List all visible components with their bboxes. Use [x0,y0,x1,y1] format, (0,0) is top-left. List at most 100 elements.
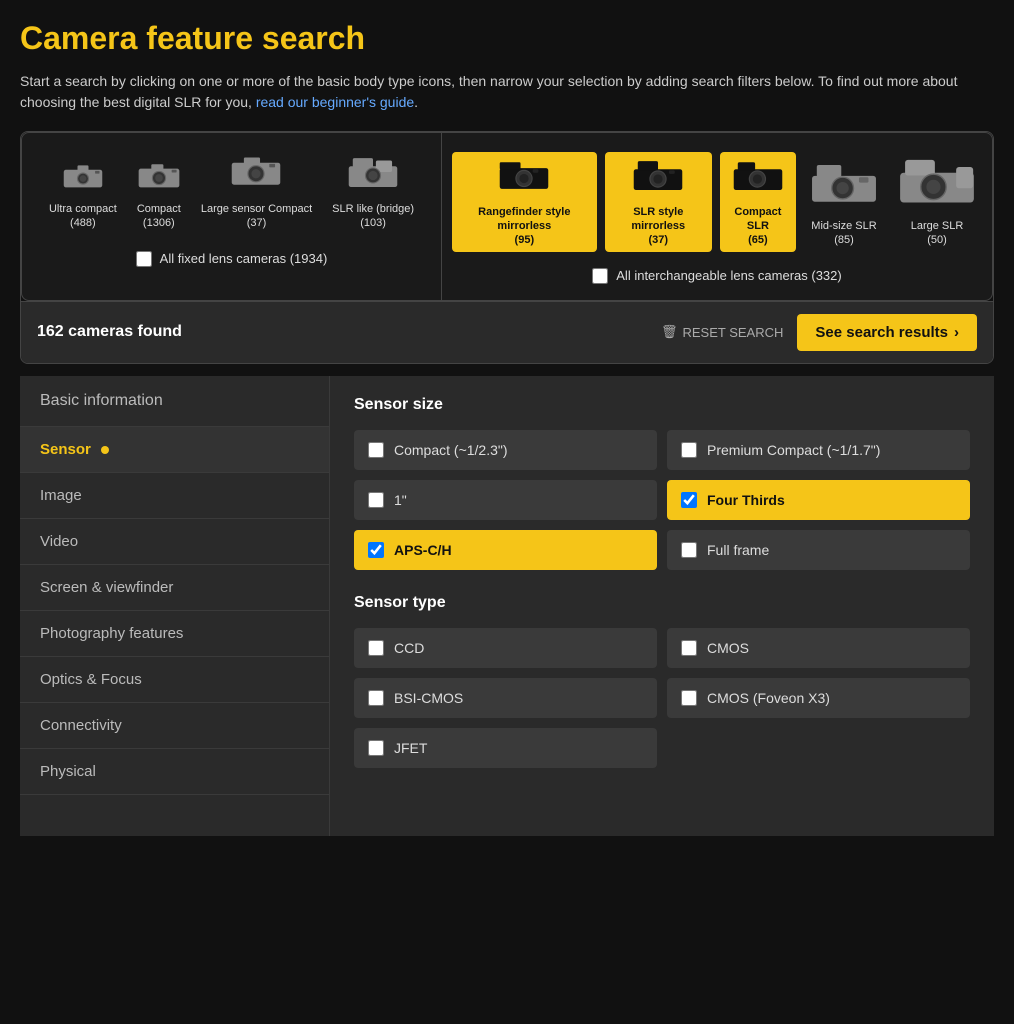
cameras-found: 162 cameras found [37,323,182,341]
ultra-compact-label: Ultra compact(488) [49,202,117,231]
all-interchangeable-label[interactable]: All interchangeable lens cameras (332) [616,268,841,283]
camera-large-slr[interactable]: Large SLR(50) [892,149,982,252]
compact-sensor-label: Compact (~1/2.3") [394,442,508,458]
sidebar-item-optics-focus[interactable]: Optics & Focus [20,657,329,703]
aps-c-h-checkbox[interactable] [368,542,384,558]
page-description: Start a search by clicking on one or mor… [20,71,994,113]
camera-selector: Ultra compact(488) Compa [21,132,993,301]
large-sensor-compact-label: Large sensor Compact(37) [201,202,312,231]
page-wrapper: Camera feature search Start a search by … [0,0,1014,856]
filter-cmos[interactable]: CMOS [667,628,970,668]
cmos-label: CMOS [707,640,749,656]
camera-rangefinder-mirrorless[interactable]: Rangefinder style mirrorless(95) [452,152,597,252]
large-slr-icon [898,153,976,215]
beginners-guide-link[interactable]: read our beginner's guide [256,94,414,110]
slr-mirrorless-icon [632,156,684,201]
camera-large-sensor-compact[interactable]: Large sensor Compact(37) [195,149,318,235]
see-results-button[interactable]: See search results › [797,314,977,351]
sidebar-item-video[interactable]: Video [20,519,329,565]
jfet-label: JFET [394,740,427,756]
bsi-cmos-label: BSI-CMOS [394,690,463,706]
main-content: Basic information Sensor Image Video Scr… [20,376,994,836]
camera-selector-wrapper: Ultra compact(488) Compa [20,131,994,364]
compact-icon [137,158,181,198]
slr-bridge-icon [347,153,399,198]
filter-panel: Sensor size Compact (~1/2.3") Premium Co… [330,376,994,836]
full-frame-checkbox[interactable] [681,542,697,558]
one-inch-label: 1" [394,492,407,508]
slr-bridge-label: SLR like (bridge)(103) [332,202,414,231]
premium-compact-checkbox[interactable] [681,442,697,458]
camera-mid-slr[interactable]: Mid-size SLR(85) [804,154,884,252]
ultra-compact-icon [61,158,105,198]
sidebar-item-image[interactable]: Image [20,473,329,519]
ccd-label: CCD [394,640,424,656]
all-fixed-label[interactable]: All fixed lens cameras (1934) [160,251,328,266]
ccd-checkbox[interactable] [368,640,384,656]
sidebar-item-connectivity[interactable]: Connectivity [20,703,329,749]
filter-premium-compact[interactable]: Premium Compact (~1/1.7") [667,430,970,470]
results-bar: 162 cameras found 🗑 RESET SEARCH See sea… [21,301,993,363]
all-interchangeable-checkbox-row: All interchangeable lens cameras (332) [592,268,841,284]
filter-full-frame[interactable]: Full frame [667,530,970,570]
rangefinder-mirrorless-label: Rangefinder style mirrorless(95) [458,205,591,248]
sensor-type-title: Sensor type [354,594,970,612]
all-interchangeable-checkbox[interactable] [592,268,608,284]
camera-compact[interactable]: Compact(1306) [131,154,187,235]
trash-icon: 🗑 [661,324,678,340]
camera-ultra-compact[interactable]: Ultra compact(488) [43,154,123,235]
interchangeable-lens-group: Rangefinder style mirrorless(95) [442,133,992,300]
sidebar: Basic information Sensor Image Video Scr… [20,376,330,836]
cmos-foveon-checkbox[interactable] [681,690,697,706]
filter-jfet[interactable]: JFET [354,728,657,768]
filter-ccd[interactable]: CCD [354,628,657,668]
four-thirds-checkbox[interactable] [681,492,697,508]
large-sensor-compact-icon [230,153,282,198]
sidebar-item-sensor[interactable]: Sensor [20,427,329,473]
mid-slr-icon [810,158,878,215]
sensor-size-title: Sensor size [354,396,970,414]
premium-compact-label: Premium Compact (~1/1.7") [707,442,880,458]
filter-bsi-cmos[interactable]: BSI-CMOS [354,678,657,718]
bsi-cmos-checkbox[interactable] [368,690,384,706]
camera-compact-slr[interactable]: Compact SLR(65) [720,152,796,252]
all-fixed-checkbox[interactable] [136,251,152,267]
filter-cmos-foveon[interactable]: CMOS (Foveon X3) [667,678,970,718]
slr-mirrorless-label: SLR style mirrorless(37) [611,205,706,248]
filter-aps-c-h[interactable]: APS-C/H [354,530,657,570]
four-thirds-label: Four Thirds [707,492,785,508]
results-actions: 🗑 RESET SEARCH See search results › [661,314,977,351]
mid-slr-label: Mid-size SLR(85) [811,219,876,248]
rangefinder-mirrorless-icon [498,156,550,201]
sidebar-section-basic-info[interactable]: Basic information [20,376,329,427]
interchangeable-camera-icons: Rangefinder style mirrorless(95) [452,149,982,252]
cmos-foveon-label: CMOS (Foveon X3) [707,690,830,706]
full-frame-label: Full frame [707,542,769,558]
compact-sensor-checkbox[interactable] [368,442,384,458]
aps-c-h-label: APS-C/H [394,542,452,558]
filter-compact-sensor[interactable]: Compact (~1/2.3") [354,430,657,470]
jfet-checkbox[interactable] [368,740,384,756]
sensor-active-dot [101,446,109,454]
reset-search-button[interactable]: 🗑 RESET SEARCH [661,324,783,340]
chevron-right-icon: › [954,324,959,341]
all-fixed-checkbox-row: All fixed lens cameras (1934) [136,251,328,267]
compact-label: Compact(1306) [137,202,181,231]
fixed-camera-icons: Ultra compact(488) Compa [43,149,420,235]
fixed-lens-group: Ultra compact(488) Compa [22,133,442,300]
compact-slr-icon [732,156,784,201]
compact-slr-label: Compact SLR(65) [726,205,790,248]
one-inch-checkbox[interactable] [368,492,384,508]
sidebar-item-screen-viewfinder[interactable]: Screen & viewfinder [20,565,329,611]
large-slr-label: Large SLR(50) [911,219,964,248]
filter-one-inch[interactable]: 1" [354,480,657,520]
cmos-checkbox[interactable] [681,640,697,656]
page-title: Camera feature search [20,20,994,57]
sensor-size-grid: Compact (~1/2.3") Premium Compact (~1/1.… [354,430,970,570]
camera-slr-bridge[interactable]: SLR like (bridge)(103) [326,149,420,235]
filter-four-thirds[interactable]: Four Thirds [667,480,970,520]
sensor-type-grid: CCD CMOS BSI-CMOS CMOS (Foveon X3) JFET [354,628,970,768]
camera-slr-mirrorless[interactable]: SLR style mirrorless(37) [605,152,712,252]
sidebar-item-photography-features[interactable]: Photography features [20,611,329,657]
sidebar-item-physical[interactable]: Physical [20,749,329,795]
